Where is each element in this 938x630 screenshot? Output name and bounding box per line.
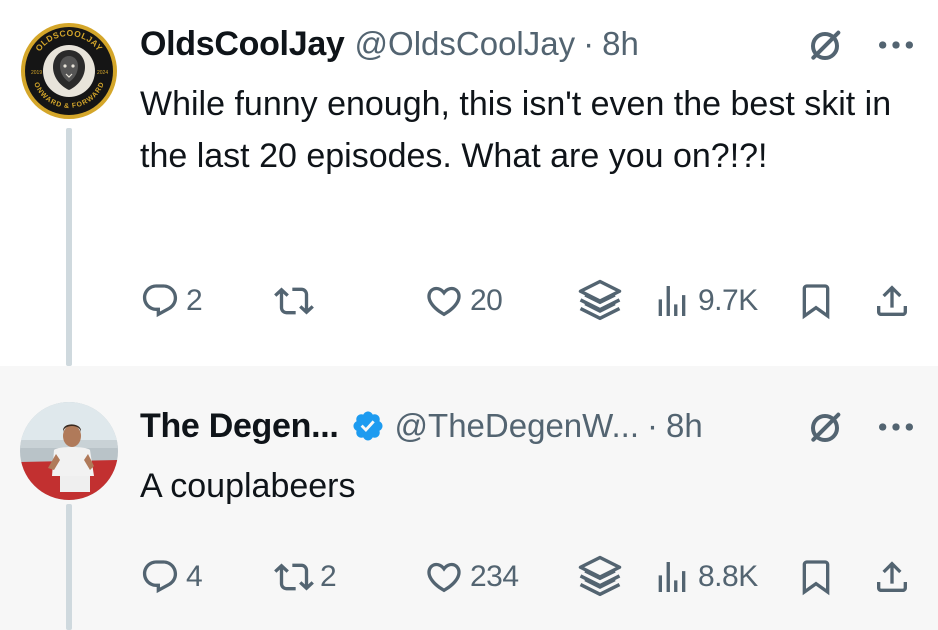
action-bar: 2 20 9.7K bbox=[140, 276, 920, 326]
bookmark-button[interactable] bbox=[796, 552, 836, 602]
timestamp[interactable]: 8h bbox=[602, 25, 639, 63]
tweet-header: OldsCoolJay @OldsCoolJay · 8h bbox=[140, 22, 938, 66]
views-bar-icon bbox=[652, 557, 692, 597]
tweet-main[interactable]: OLDSCOOLJAY ONWARD & FORWARD 2019 2024 O… bbox=[0, 0, 938, 366]
tweet-text: A couplabeers bbox=[140, 467, 356, 505]
user-handle[interactable]: @OldsCoolJay bbox=[355, 25, 576, 63]
bookmark-icon bbox=[796, 281, 836, 321]
share-button[interactable] bbox=[872, 276, 912, 326]
retweet-icon bbox=[274, 281, 314, 321]
separator-dot: · bbox=[583, 25, 595, 62]
timestamp[interactable]: 8h bbox=[666, 407, 703, 445]
views-count: 9.7K bbox=[698, 284, 758, 317]
avatar[interactable]: OLDSCOOLJAY ONWARD & FORWARD 2019 2024 bbox=[20, 22, 118, 120]
tweet-header: The Degen... @TheDegenW... · 8h bbox=[140, 404, 938, 448]
display-name[interactable]: OldsCoolJay bbox=[140, 25, 345, 64]
like-count: 234 bbox=[470, 560, 519, 593]
avatar[interactable] bbox=[20, 402, 118, 500]
grok-button[interactable] bbox=[574, 552, 626, 602]
action-bar: 4 2 234 8.8K bbox=[140, 552, 920, 602]
display-name[interactable]: The Degen... bbox=[140, 407, 339, 446]
more-dots-icon[interactable] bbox=[876, 30, 916, 60]
retweet-button[interactable]: 2 bbox=[274, 552, 337, 602]
grok-icon[interactable] bbox=[805, 26, 845, 66]
reply-button[interactable]: 2 bbox=[140, 276, 203, 326]
verified-badge-icon bbox=[351, 409, 385, 443]
views-button[interactable]: 8.8K bbox=[652, 552, 758, 602]
reply-icon bbox=[140, 557, 180, 597]
reply-count: 2 bbox=[186, 284, 203, 317]
views-bar-icon bbox=[652, 281, 692, 321]
share-icon bbox=[872, 557, 912, 597]
svg-text:2024: 2024 bbox=[97, 70, 108, 76]
heart-icon bbox=[424, 557, 464, 597]
retweet-button[interactable] bbox=[274, 276, 320, 326]
grok-icon[interactable] bbox=[805, 408, 845, 448]
user-handle[interactable]: @TheDegenW... bbox=[395, 407, 639, 445]
retweet-count: 2 bbox=[320, 560, 337, 593]
thread-line bbox=[66, 504, 72, 630]
tweet-text: While funny enough, this isn't even the … bbox=[140, 85, 892, 175]
reply-count: 4 bbox=[186, 560, 203, 593]
tweet-reply[interactable]: The Degen... @TheDegenW... · 8h A coupla… bbox=[0, 366, 938, 630]
bookmark-icon bbox=[796, 557, 836, 597]
like-count: 20 bbox=[470, 284, 503, 317]
separator-dot: · bbox=[647, 407, 658, 444]
views-button[interactable]: 9.7K bbox=[652, 276, 758, 326]
share-button[interactable] bbox=[872, 552, 912, 602]
svg-text:2019: 2019 bbox=[31, 70, 42, 76]
share-icon bbox=[872, 281, 912, 321]
retweet-icon bbox=[274, 557, 314, 597]
like-button[interactable]: 20 bbox=[424, 276, 503, 326]
more-dots-icon[interactable] bbox=[876, 412, 916, 442]
grok-button[interactable] bbox=[574, 276, 626, 326]
bookmark-button[interactable] bbox=[796, 276, 836, 326]
grok-stack-icon bbox=[574, 275, 626, 327]
reply-button[interactable]: 4 bbox=[140, 552, 203, 602]
grok-stack-icon bbox=[574, 551, 626, 603]
views-count: 8.8K bbox=[698, 560, 758, 593]
thread-line bbox=[66, 128, 72, 366]
like-button[interactable]: 234 bbox=[424, 552, 519, 602]
reply-icon bbox=[140, 281, 180, 321]
heart-icon bbox=[424, 281, 464, 321]
